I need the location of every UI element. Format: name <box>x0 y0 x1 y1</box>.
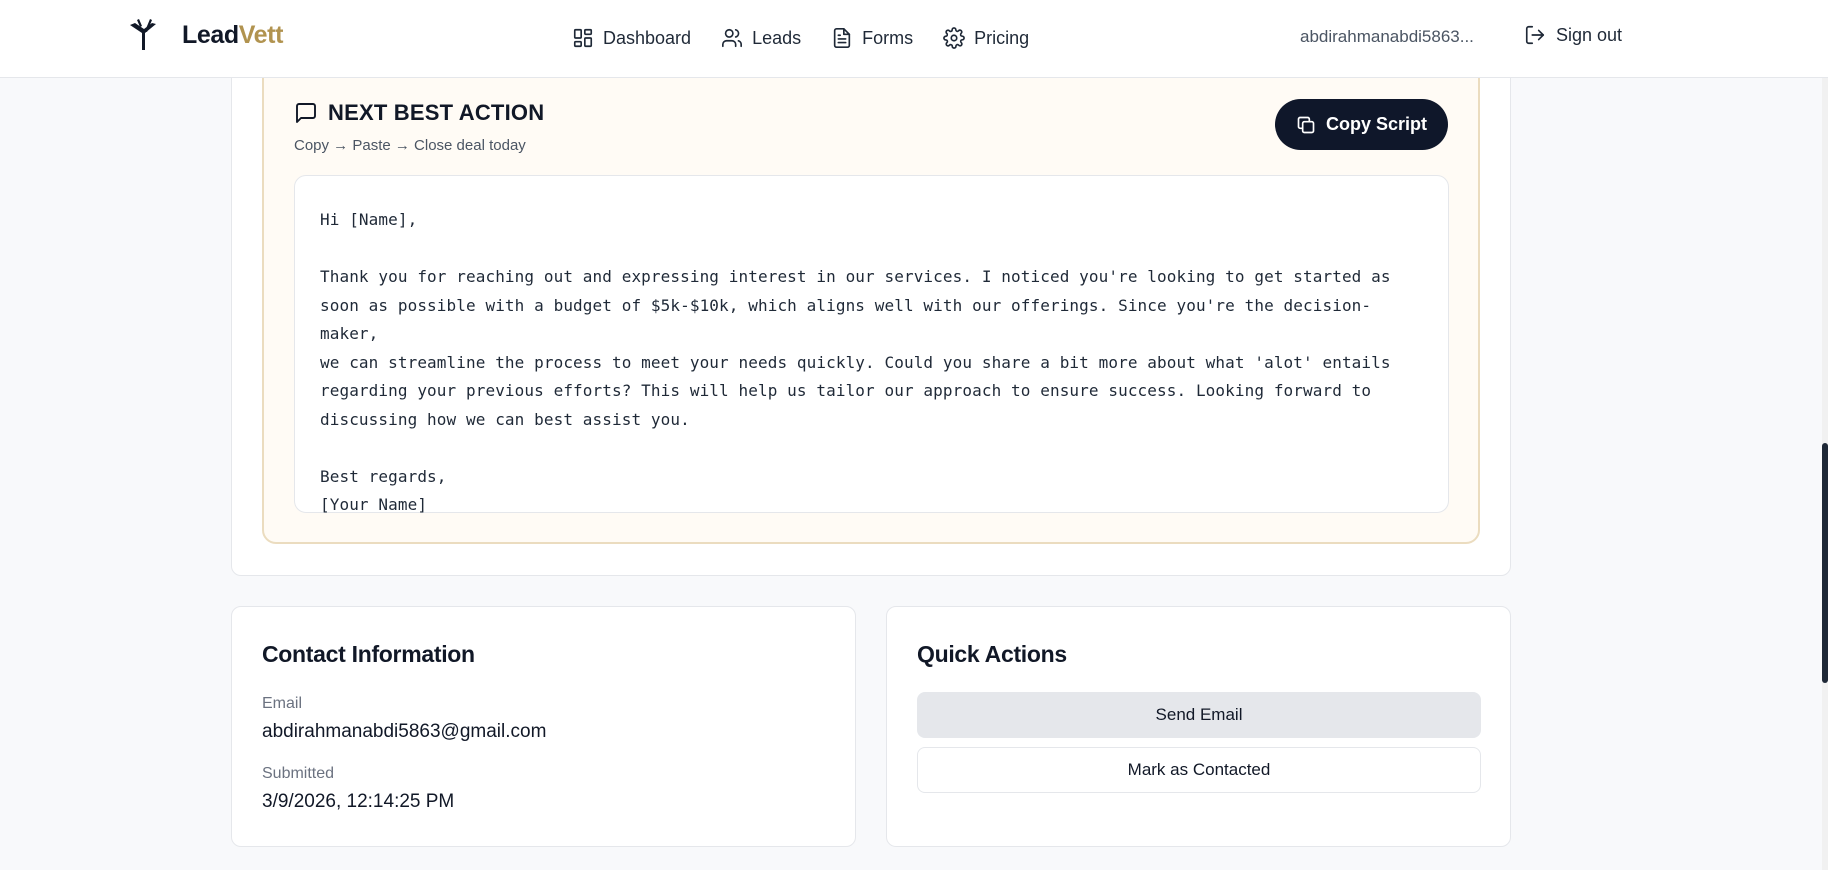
gear-icon <box>943 27 965 49</box>
sign-out-label: Sign out <box>1556 24 1623 45</box>
email-value: abdirahmanabdi5863@gmail.com <box>262 721 547 742</box>
page-scrollbar-track[interactable] <box>1822 0 1828 870</box>
copy-script-button[interactable]: Copy Script <box>1275 99 1448 150</box>
script-text: Hi [Name], Thank you for reaching out an… <box>320 210 1391 514</box>
copy-script-label: Copy Script <box>1325 114 1427 134</box>
next-best-action-subtitle: Copy → Paste → Close deal today <box>294 137 526 154</box>
document-icon <box>833 28 851 48</box>
contact-information-title: Contact Information <box>262 641 475 667</box>
email-label: Email <box>262 695 303 712</box>
next-best-action-title-text: NEXT BEST ACTION <box>328 100 545 125</box>
nav-item-leads-label: Leads <box>752 27 802 48</box>
brand-name: LeadVett <box>182 21 283 50</box>
brand-name-lead: Lead <box>182 20 239 49</box>
dashboard-grid-icon <box>573 28 593 48</box>
message-square-icon <box>296 103 316 123</box>
sign-out-button[interactable]: Sign out <box>1524 24 1622 46</box>
copy-icon <box>1297 116 1315 133</box>
nav-item-dashboard-label: Dashboard <box>603 27 692 48</box>
nav-item-pricing[interactable]: Pricing <box>943 22 1029 54</box>
brand-name-vett: Vett <box>238 20 284 49</box>
users-icon <box>722 28 743 48</box>
brand-logo[interactable]: LeadVett <box>128 18 283 52</box>
user-email: abdirahmanabdi5863... <box>1300 27 1474 46</box>
mark-as-contacted-button[interactable]: Mark as Contacted <box>917 747 1481 793</box>
nav-item-leads[interactable]: Leads <box>721 22 801 54</box>
nav-item-pricing-label: Pricing <box>974 27 1030 48</box>
main-nav: Dashboard Leads Forms Pricing <box>572 22 1059 54</box>
next-best-action-title: NEXT BEST ACTION <box>294 100 544 126</box>
funnel-logo-icon <box>130 19 156 50</box>
submitted-value: 3/9/2026, 12:14:25 PM <box>262 791 455 812</box>
submitted-label: Submitted <box>262 765 335 782</box>
top-navbar: LeadVett Dashboard Leads Forms Pricing a… <box>0 0 1828 78</box>
quick-actions-card: Quick Actions Send Email Mark as Contact… <box>886 606 1511 847</box>
nav-item-dashboard[interactable]: Dashboard <box>572 22 691 54</box>
nav-item-forms-label: Forms <box>862 27 914 48</box>
page-scrollbar-thumb[interactable] <box>1822 443 1828 683</box>
contact-information-card: Contact Information Email abdirahmanabdi… <box>231 606 856 847</box>
quick-actions-title: Quick Actions <box>917 641 1067 667</box>
sign-out-icon <box>1525 25 1545 45</box>
send-email-button[interactable]: Send Email <box>917 692 1481 738</box>
nav-item-forms[interactable]: Forms <box>831 22 913 54</box>
script-text-box[interactable]: Hi [Name], Thank you for reaching out an… <box>294 175 1449 514</box>
